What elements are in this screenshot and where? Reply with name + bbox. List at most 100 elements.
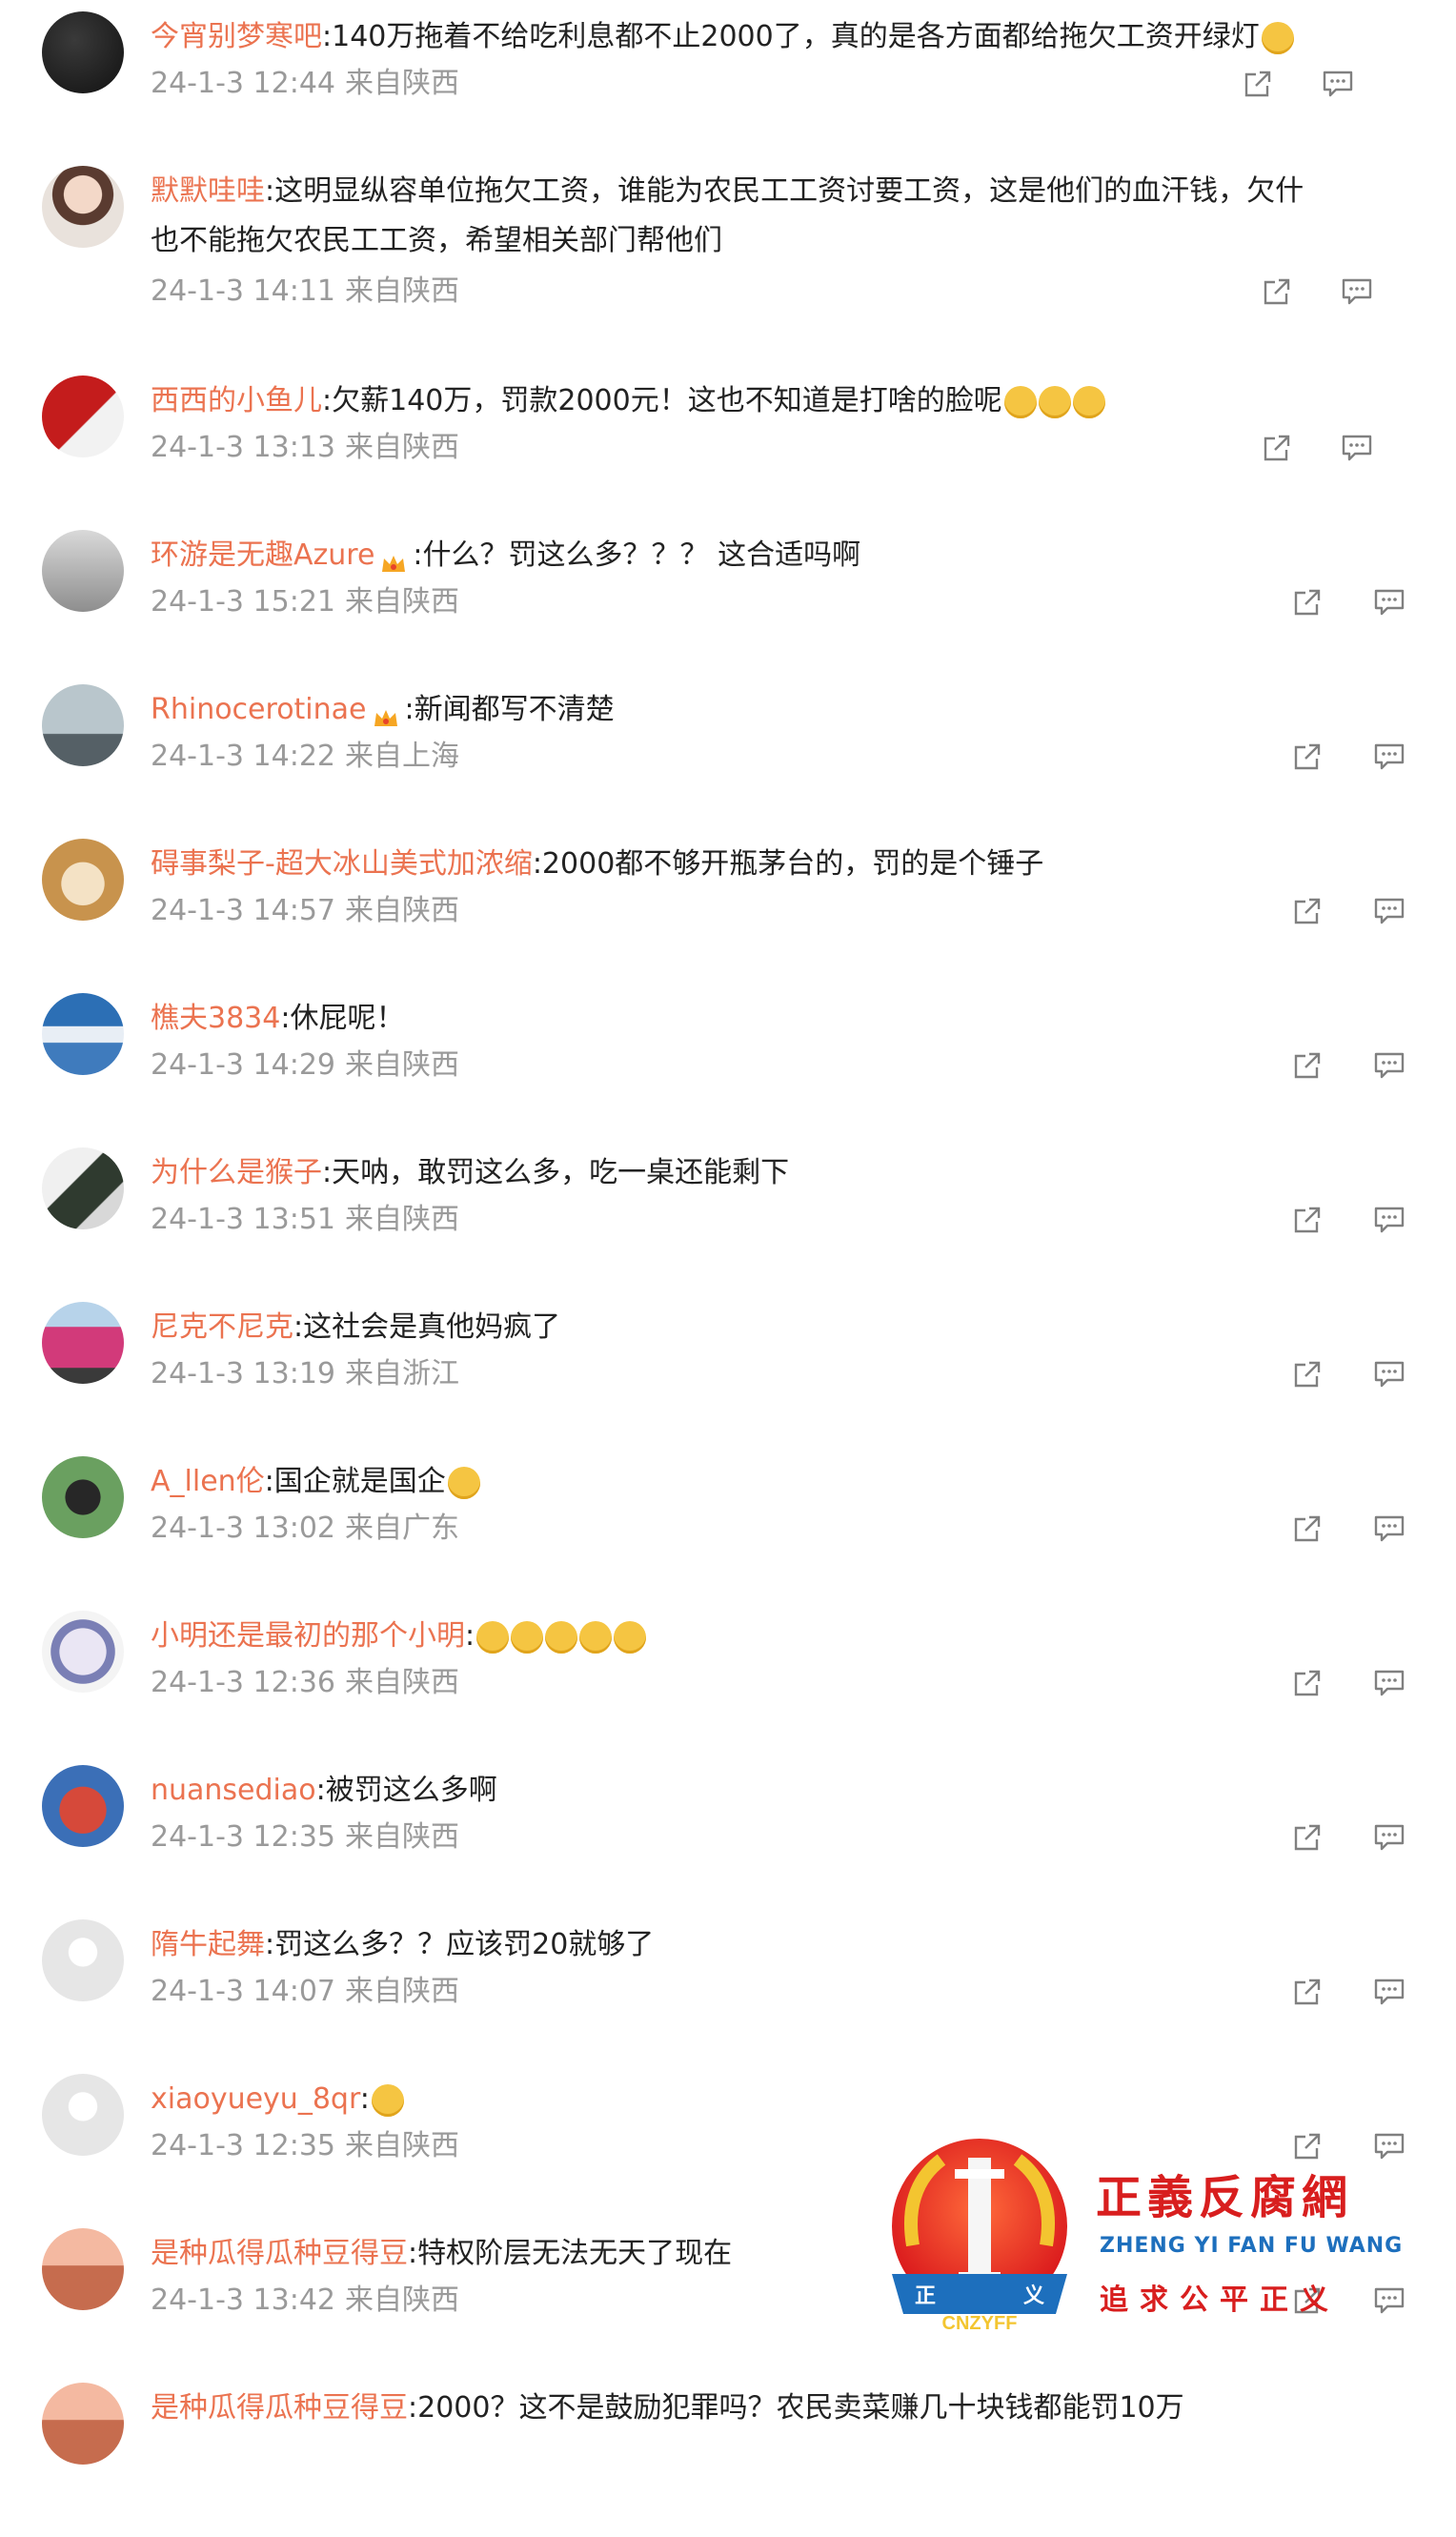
- username-link[interactable]: nuansediao: [151, 1774, 316, 1807]
- avatar[interactable]: [42, 530, 124, 612]
- comment-body: :2000？这不是鼓励犯罪吗？农民卖菜赚几十块钱都能罚10万: [408, 2391, 1184, 2425]
- avatar[interactable]: [42, 839, 124, 921]
- comment-body: :这明显纵容单位拖欠工资，谁能为农民工工资讨要工资，这是他们的血汗钱，欠什: [265, 174, 1304, 208]
- avatar[interactable]: [42, 684, 124, 766]
- share-icon[interactable]: [1288, 1201, 1326, 1239]
- username-link[interactable]: xiaoyueyu_8qr: [151, 2082, 360, 2116]
- share-icon[interactable]: [1288, 1046, 1326, 1085]
- username-link[interactable]: 小明还是最初的那个小明: [151, 1619, 465, 1653]
- share-icon[interactable]: [1288, 583, 1326, 621]
- comment-icon[interactable]: [1370, 1201, 1408, 1239]
- share-icon[interactable]: [1288, 1973, 1326, 2011]
- comment-text: 隋牛起舞:罚这么多？？应该罚20就够了: [151, 1923, 1446, 1967]
- comment-icon[interactable]: [1370, 892, 1408, 930]
- username-link[interactable]: 环游是无趣Azure: [151, 538, 374, 572]
- share-icon[interactable]: [1288, 892, 1326, 930]
- comment-location: 来自陕西: [345, 1666, 459, 1699]
- comment-location: 来自陕西: [345, 67, 459, 100]
- avatar[interactable]: [42, 2383, 124, 2465]
- avatar[interactable]: [42, 11, 124, 93]
- comment-icon[interactable]: [1370, 1973, 1408, 2011]
- comment-body: :2000都不够开瓶茅台的，罚的是个锤子: [532, 847, 1044, 881]
- comment-location: 来自陕西: [345, 1820, 459, 1854]
- username-link[interactable]: 是种瓜得瓜种豆得豆: [151, 2237, 408, 2270]
- username-link[interactable]: 西西的小鱼儿: [151, 384, 322, 417]
- watermark: 正 义 CNZYFF 正義反腐網 ZHENG YI FAN FU WANG 追求…: [875, 2131, 1402, 2341]
- username-link[interactable]: A_llen伦: [151, 1465, 265, 1498]
- comment-meta: 24-1-3 13:02 来自广东: [151, 1510, 459, 1548]
- avatar[interactable]: [42, 993, 124, 1075]
- comment-location: 来自陕西: [345, 1203, 459, 1236]
- username-link[interactable]: 隋牛起舞: [151, 1928, 265, 1961]
- avatar[interactable]: [42, 1765, 124, 1847]
- comment-location: 来自上海: [345, 740, 459, 773]
- username-link[interactable]: 今宵别梦寒吧: [151, 20, 322, 53]
- comment-icon[interactable]: [1370, 1664, 1408, 1702]
- crown-badge-icon: [373, 700, 399, 726]
- comment-text: nuansediao:被罚这么多啊: [151, 1769, 1446, 1813]
- svg-text:义: 义: [1023, 2283, 1044, 2307]
- username-link[interactable]: 尼克不尼克: [151, 1310, 293, 1344]
- share-icon[interactable]: [1258, 273, 1296, 311]
- avatar[interactable]: [42, 375, 124, 457]
- comment-time: 24-1-3 12:35: [151, 1820, 335, 1854]
- comment-body: :罚这么多？？应该罚20就够了: [265, 1928, 655, 1961]
- username-link[interactable]: 碍事梨子-超大冰山美式加浓缩: [151, 847, 533, 881]
- comment-icon[interactable]: [1370, 738, 1408, 776]
- comment-icon[interactable]: [1370, 2127, 1408, 2165]
- comment-text: A_llen伦:国企就是国企: [151, 1460, 1446, 1504]
- comment-meta: 24-1-3 12:36 来自陕西: [151, 1664, 459, 1702]
- avatar[interactable]: [42, 2074, 124, 2156]
- comment-body: :: [359, 2082, 370, 2116]
- share-icon[interactable]: [1258, 429, 1296, 467]
- comment-meta: 24-1-3 12:44 来自陕西: [151, 65, 459, 103]
- share-icon[interactable]: [1288, 738, 1326, 776]
- username-link[interactable]: 默默哇哇: [151, 174, 265, 208]
- avatar[interactable]: [42, 1302, 124, 1384]
- comment-icon[interactable]: [1319, 65, 1357, 103]
- username-link[interactable]: 樵夫3834: [151, 1002, 280, 1035]
- comment-icon[interactable]: [1338, 429, 1376, 467]
- share-icon[interactable]: [1288, 1818, 1326, 1857]
- comment-time: 24-1-3 13:51: [151, 1203, 335, 1236]
- username-link[interactable]: 是种瓜得瓜种豆得豆: [151, 2391, 408, 2425]
- share-icon[interactable]: [1239, 65, 1277, 103]
- avatar[interactable]: [42, 2228, 124, 2310]
- avatar[interactable]: [42, 1456, 124, 1538]
- avatar[interactable]: [42, 1919, 124, 2001]
- comment-location: 来自陕西: [345, 585, 459, 619]
- comment-icon[interactable]: [1370, 583, 1408, 621]
- emoji-icon: [1003, 385, 1037, 418]
- comment-body: :休屁呢！: [280, 1002, 405, 1035]
- comment-time: 24-1-3 14:07: [151, 1975, 335, 2008]
- avatar[interactable]: [42, 1147, 124, 1229]
- share-icon[interactable]: [1288, 1355, 1326, 1393]
- comment-time: 24-1-3 13:42: [151, 2283, 335, 2317]
- comment-body: :什么？罚这么多？？？ 这合适吗啊: [413, 538, 861, 572]
- comment-icon[interactable]: [1370, 1355, 1408, 1393]
- share-icon[interactable]: [1288, 1664, 1326, 1702]
- comment-item: 小明还是最初的那个小明: 24-1-3 12:36 来自陕西: [0, 1611, 1456, 1765]
- comment-time: 24-1-3 12:35: [151, 2129, 335, 2162]
- comment-time: 24-1-3 12:36: [151, 1666, 335, 1699]
- username-link[interactable]: Rhinocerotinae: [151, 693, 367, 726]
- username-link[interactable]: 为什么是猴子: [151, 1156, 322, 1189]
- comment-icon[interactable]: [1370, 2282, 1408, 2320]
- comment-meta: 24-1-3 14:29 来自陕西: [151, 1046, 459, 1085]
- comment-text: xiaoyueyu_8qr:: [151, 2078, 1446, 2121]
- avatar[interactable]: [42, 166, 124, 248]
- comment-meta: 24-1-3 14:07 来自陕西: [151, 1973, 459, 2011]
- comment-icon[interactable]: [1338, 273, 1376, 311]
- comment-time: 24-1-3 12:44: [151, 67, 335, 100]
- comment-body: :天呐，敢罚这么多，吃一桌还能剩下: [322, 1156, 790, 1189]
- comment-meta: 24-1-3 14:11 来自陕西: [151, 273, 459, 311]
- comment-text-continued: 也不能拖欠农民工工资，希望相关部门帮他们: [151, 224, 722, 257]
- comment-icon[interactable]: [1370, 1818, 1408, 1857]
- share-icon[interactable]: [1288, 1510, 1326, 1548]
- comment-icon[interactable]: [1370, 1510, 1408, 1548]
- comment-icon[interactable]: [1370, 1046, 1408, 1085]
- comment-text: 小明还是最初的那个小明:: [151, 1614, 1446, 1658]
- avatar[interactable]: [42, 1611, 124, 1693]
- comment-body: :新闻都写不清楚: [404, 693, 615, 726]
- emoji-icon: [447, 1466, 480, 1499]
